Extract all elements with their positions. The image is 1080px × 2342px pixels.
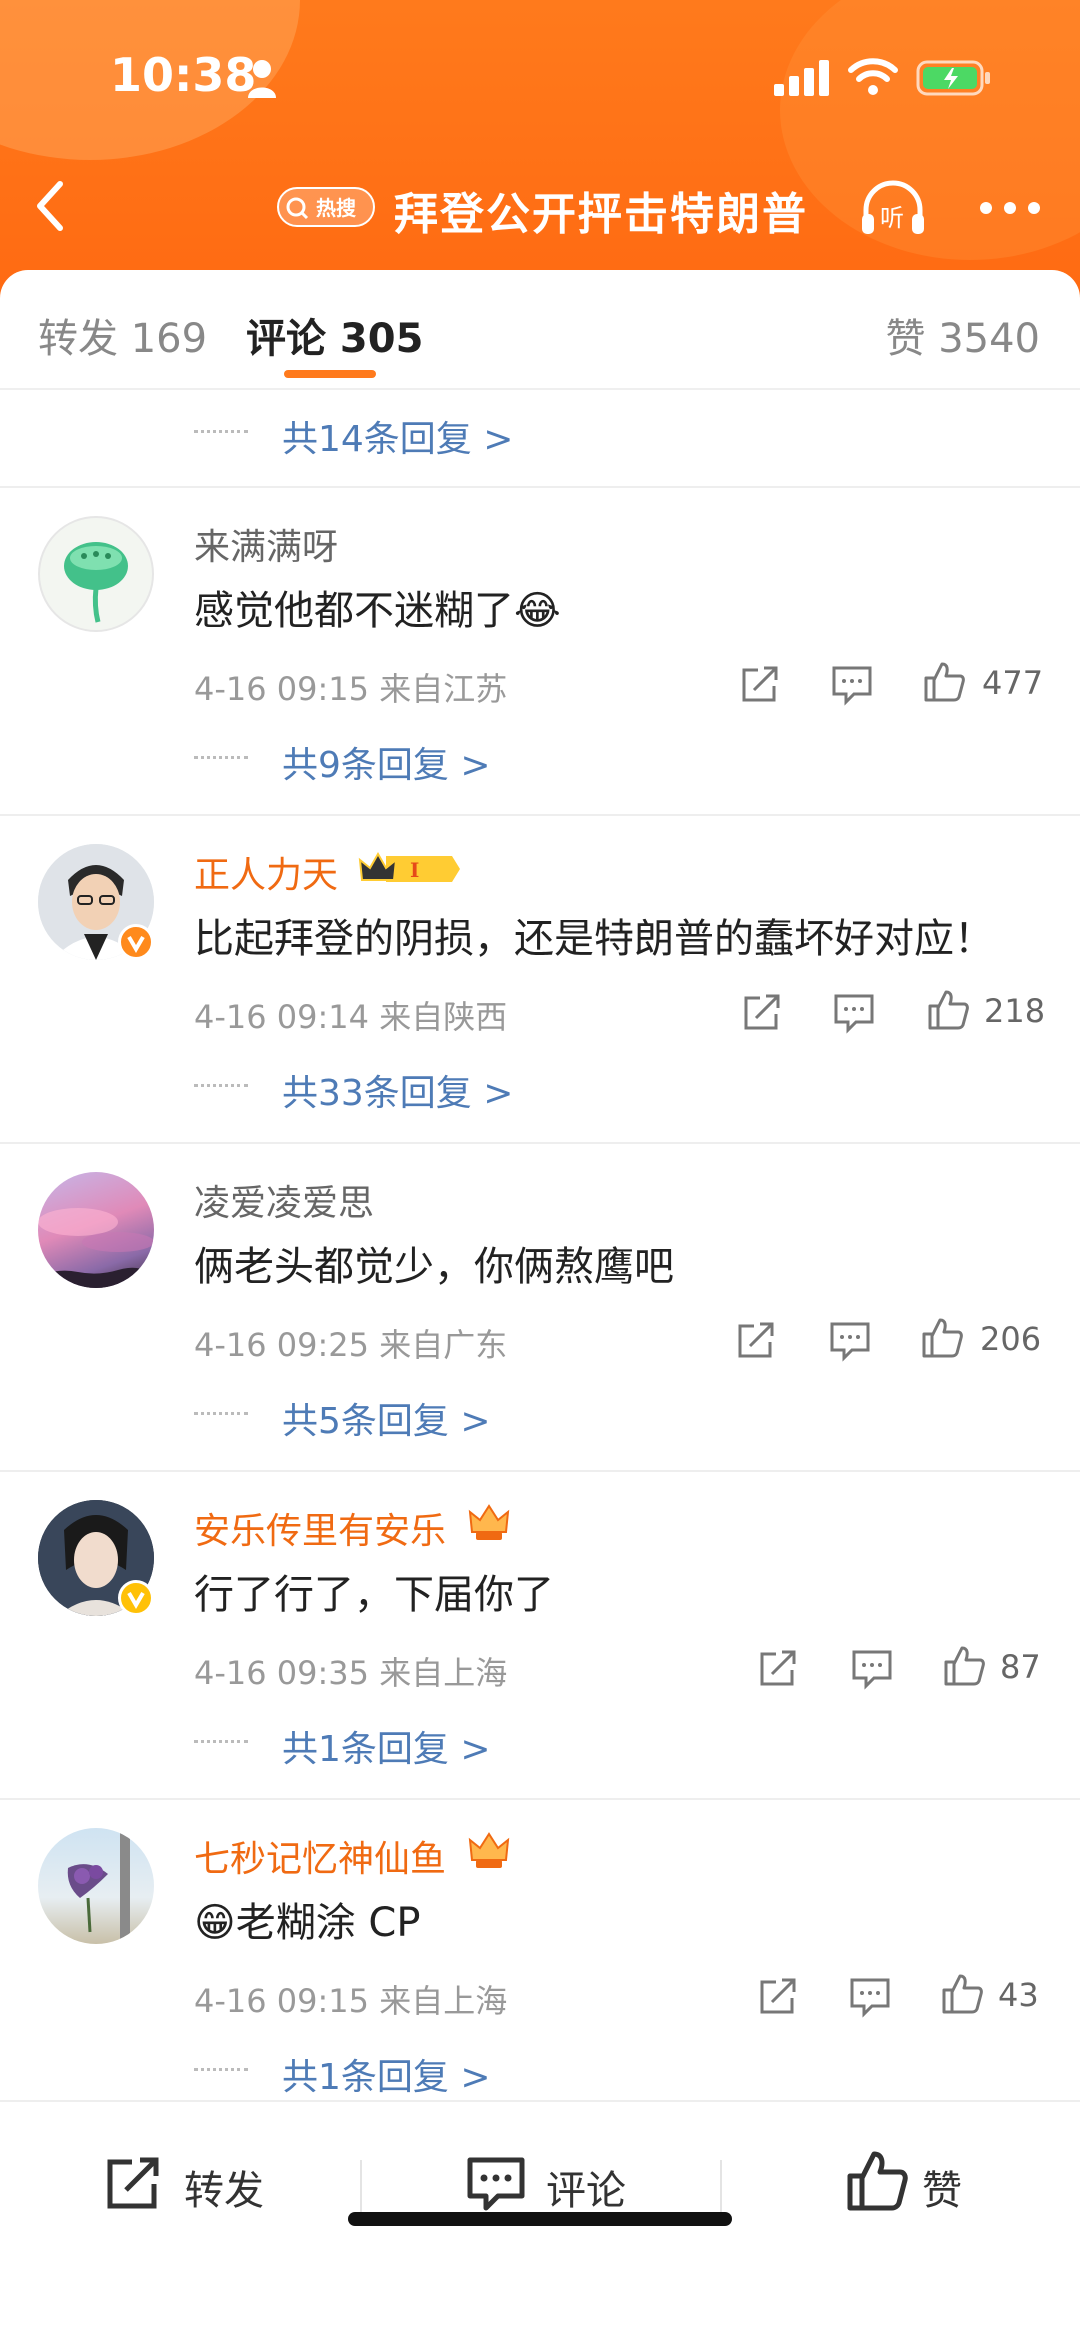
verified-badge-icon (118, 924, 154, 960)
person-icon (248, 60, 276, 98)
share-icon[interactable] (756, 1974, 800, 2018)
tabs: 转发 169 评论 305 赞 3540 (0, 270, 1080, 390)
sky-avatar-icon (38, 1208, 154, 1288)
header: 10:38 热搜 拜登公开抨击特朗普 听 (0, 0, 1080, 300)
page-title: 拜登公开抨击特朗普 (394, 189, 808, 240)
comment-meta: 4-16 09:15 来自江苏 (194, 670, 508, 708)
tab-repost[interactable]: 转发 169 (38, 306, 207, 364)
svg-text:热搜: 热搜 (316, 196, 357, 220)
comment-label: 评论 (546, 2168, 626, 2214)
share-icon[interactable] (738, 662, 782, 706)
share-icon[interactable] (734, 1318, 778, 1362)
repost-button[interactable]: 转发 (104, 2146, 274, 2216)
listen-icon[interactable]: 听 (858, 178, 928, 238)
like-icon (847, 2151, 908, 2211)
comment-icon[interactable] (832, 990, 876, 1034)
tab-comment[interactable]: 评论 305 (246, 306, 423, 364)
comment-text: 比起拜登的阴损，还是特朗普的蠢坏好对应！ (194, 916, 994, 962)
active-tab-indicator (284, 370, 376, 378)
lotus-avatar-icon (64, 542, 128, 623)
signal-icon (774, 60, 829, 96)
vip-level-badge-icon: I (358, 851, 460, 882)
comment-meta: 4-16 09:35 来自上海 (194, 1654, 508, 1692)
separator (360, 2160, 362, 2212)
like-count: 206 (980, 1320, 1042, 1358)
username[interactable]: 安乐传里有安乐 (194, 1502, 446, 1554)
like-button[interactable]: 赞 (846, 2146, 976, 2216)
share-icon[interactable] (740, 990, 784, 1034)
flower-avatar-icon (67, 1828, 130, 1944)
comment-meta: 4-16 09:25 来自广东 (194, 1326, 508, 1364)
status-time: 10:38 (110, 48, 257, 102)
comment-text: 俩老头都觉少，你俩熬鹰吧 (194, 1244, 674, 1290)
comment-item: 正人力天 I 比起拜登的阴损，还是特朗普的蠢坏好对应！ 4-16 09:14 来… (0, 816, 1080, 1144)
comment-icon[interactable] (850, 1646, 894, 1690)
comment-text: 😁老糊涂 CP (194, 1900, 421, 1946)
wifi-icon (848, 58, 898, 95)
like-count: 43 (998, 1976, 1039, 2014)
share-icon[interactable] (756, 1646, 800, 1690)
nav-bar: 热搜 拜登公开抨击特朗普 听 (0, 160, 1080, 250)
status-bar: 10:38 (0, 40, 1080, 120)
repost-label: 转发 (184, 2168, 264, 2214)
like-icon[interactable] (920, 1316, 964, 1360)
back-arrow-icon[interactable] (30, 178, 74, 234)
battery-icon (916, 60, 990, 96)
like-icon[interactable] (940, 1972, 984, 2016)
comment-text: 感觉他都不迷糊了😂 (194, 588, 561, 634)
comment-item: 安乐传里有安乐 行了行了，下届你了 4-16 09:35 来自上海 87 共1条… (0, 1472, 1080, 1800)
verified-badge-icon (118, 1580, 154, 1616)
share-icon (107, 2157, 159, 2209)
like-count: 477 (982, 664, 1044, 702)
like-icon[interactable] (926, 988, 970, 1032)
comment-meta: 4-16 09:15 来自上海 (194, 1982, 508, 2020)
more-icon[interactable] (978, 200, 1042, 216)
crown-badge-icon (468, 1832, 510, 1868)
avatar[interactable] (38, 1172, 154, 1288)
comment-icon (467, 2157, 525, 2211)
username[interactable]: 七秒记忆神仙鱼 (194, 1830, 446, 1882)
comment-icon[interactable] (828, 1318, 872, 1362)
comment-icon[interactable] (848, 1974, 892, 2018)
grin-emoji-icon: 😁 (194, 1900, 236, 1946)
like-count: 218 (984, 992, 1046, 1030)
comment-text: 行了行了，下届你了 (194, 1572, 554, 1618)
comment-icon[interactable] (830, 662, 874, 706)
hot-search-badge-icon: 热搜 (277, 187, 375, 227)
comment-meta: 4-16 09:14 来自陕西 (194, 998, 508, 1036)
username[interactable]: 凌爱凌爱思 (194, 1174, 374, 1226)
comment-item: 凌爱凌爱思 俩老头都觉少，你俩熬鹰吧 4-16 09:25 来自广东 206 共… (0, 1144, 1080, 1472)
home-indicator (348, 2212, 732, 2226)
tab-like[interactable]: 赞 3540 (885, 306, 1040, 364)
crown-badge-icon (468, 1504, 510, 1540)
like-label: 赞 (922, 2168, 962, 2214)
like-count: 87 (1000, 1648, 1041, 1686)
comment-button[interactable]: 评论 (466, 2146, 636, 2216)
avatar[interactable] (38, 1828, 154, 1944)
like-icon[interactable] (922, 660, 966, 704)
svg-text:听: 听 (880, 204, 904, 232)
svg-text:I: I (410, 858, 419, 882)
avatar[interactable] (38, 516, 154, 632)
comment-item: 来满满呀 感觉他都不迷糊了😂 4-16 09:15 来自江苏 477 共9条回复… (0, 488, 1080, 816)
separator (720, 2160, 722, 2212)
laughing-emoji-icon: 😂 (514, 588, 561, 634)
username[interactable]: 来满满呀 (194, 518, 338, 570)
comment-item: 七秒记忆神仙鱼 😁老糊涂 CP 4-16 09:15 来自上海 43 共1条回复… (0, 1800, 1080, 2100)
username[interactable]: 正人力天 (194, 846, 338, 898)
like-icon[interactable] (942, 1644, 986, 1688)
